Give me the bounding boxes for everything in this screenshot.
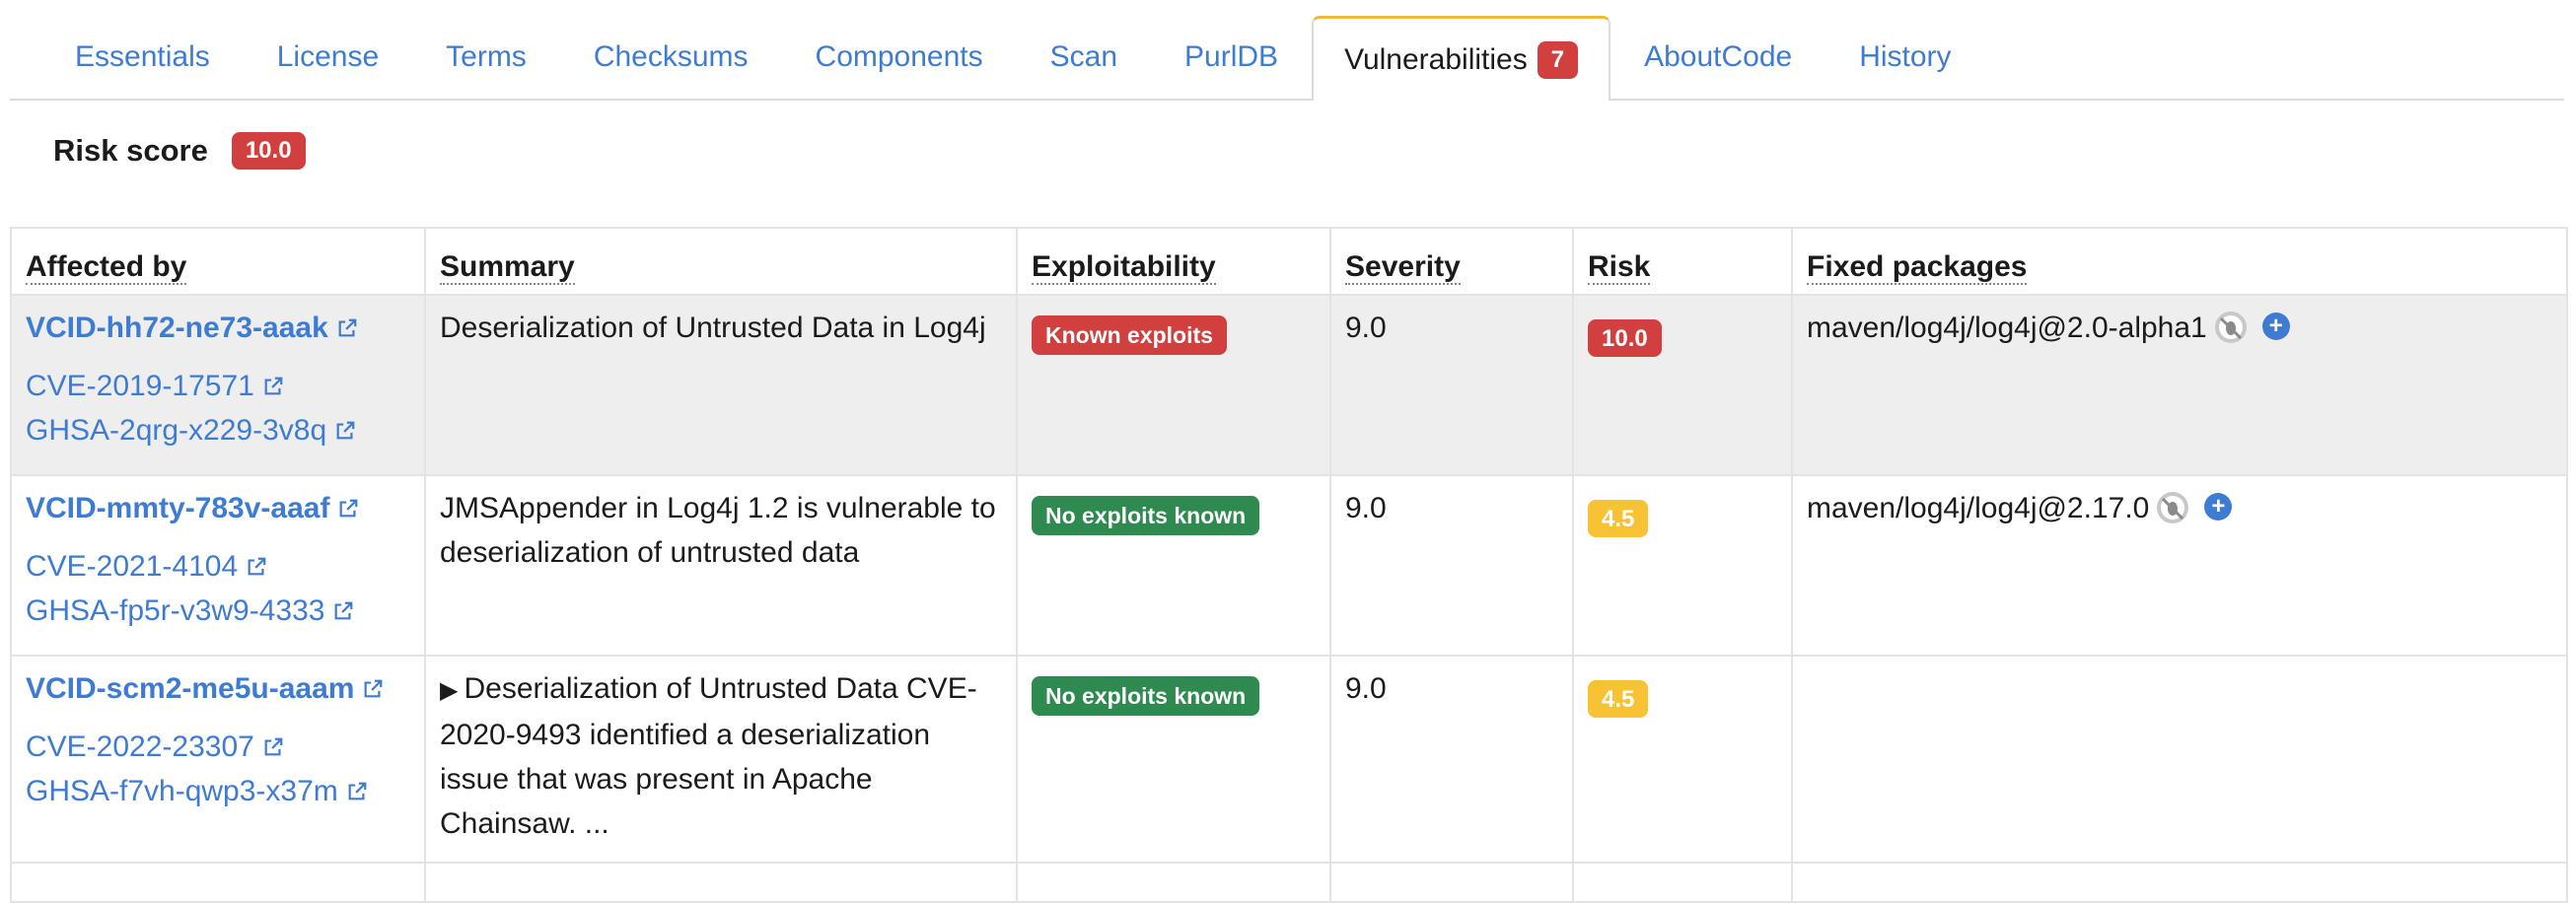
risk-score: Risk score 10.0 (53, 132, 306, 170)
triangle-right-icon[interactable]: ▶ (440, 677, 458, 704)
affected-by-cell: VCID-hh72-ne73-aaak CVE-2019-17571 GHSA-… (10, 294, 426, 476)
tab-bar: Essentials License Terms Checksums Compo… (10, 16, 2564, 101)
tab-label: Checksums (593, 40, 749, 73)
fixed-packages-cell: maven/log4j/log4j@2.17.0 + (1791, 474, 2568, 657)
tab-label: AboutCode (1644, 40, 1793, 73)
tab-label: Essentials (75, 40, 210, 73)
ghsa-link[interactable]: GHSA-2qrg-x229-3v8q (26, 408, 410, 452)
tab-label: Scan (1049, 40, 1118, 73)
vcid-link[interactable]: VCID-hh72-ne73-aaak (26, 306, 410, 350)
tab-license[interactable]: License (244, 16, 412, 99)
tab-scan[interactable]: Scan (1017, 16, 1151, 99)
table-row: VCID-scm2-me5u-aaam CVE-2022-23307 GHSA-… (10, 655, 2568, 864)
vcid-link[interactable]: VCID-scm2-me5u-aaam (26, 666, 410, 711)
exploitability-cell: Known exploits (1016, 294, 1331, 476)
external-link-icon (336, 421, 355, 440)
summary-cell: Deserialization of Untrusted Data in Log… (424, 294, 1018, 476)
external-link-icon (264, 737, 283, 756)
exploitability-cell: No exploits known (1016, 655, 1331, 864)
summary-cell: JMSAppender in Log4j 1.2 is vulnerable t… (424, 474, 1018, 657)
external-link-icon (365, 679, 383, 698)
header-risk: Risk (1572, 227, 1793, 296)
tab-history[interactable]: History (1825, 16, 1984, 99)
tab-terms[interactable]: Terms (412, 16, 560, 99)
risk-badge: 4.5 (1588, 680, 1649, 718)
fixed-package-link[interactable]: maven/log4j/log4j@2.0-alpha1 (1807, 312, 2207, 344)
tab-aboutcode[interactable]: AboutCode (1610, 16, 1825, 99)
risk-cell: 10.0 (1572, 294, 1793, 476)
table-row: VCID-hh72-ne73-aaak CVE-2019-17571 GHSA-… (10, 294, 2568, 476)
tab-label: Components (815, 40, 983, 73)
severity-cell: 9.0 (1329, 474, 1574, 657)
vulnerabilities-table: Affected by Summary Exploitability Sever… (10, 227, 2568, 903)
external-link-icon (340, 499, 358, 518)
external-link-icon (264, 377, 283, 395)
affected-by-cell: VCID-scm2-me5u-aaam CVE-2022-23307 GHSA-… (10, 655, 426, 864)
fixed-packages-cell: maven/log4j/log4j@2.0-alpha1 + (1791, 294, 2568, 476)
tab-checksums[interactable]: Checksums (560, 16, 782, 99)
tab-vulnerabilities[interactable]: Vulnerabilities 7 (1312, 16, 1611, 101)
summary-text: Deserialization of Untrusted Data CVE-20… (440, 672, 977, 840)
fixed-package-link[interactable]: maven/log4j/log4j@2.17.0 (1807, 492, 2149, 524)
table-row (10, 862, 2568, 903)
ghsa-link[interactable]: GHSA-f7vh-qwp3-x37m (26, 769, 410, 813)
tab-label: Vulnerabilities (1344, 42, 1528, 76)
risk-cell: 4.5 (1572, 655, 1793, 864)
bug-slash-icon (2157, 492, 2189, 523)
header-exploitability: Exploitability (1016, 227, 1331, 296)
severity-cell: 9.0 (1329, 655, 1574, 864)
risk-badge: 10.0 (1588, 319, 1662, 357)
tab-label: PurlDB (1184, 40, 1279, 73)
summary-cell[interactable]: ▶ Deserialization of Untrusted Data CVE-2… (424, 655, 1018, 864)
tab-label: Terms (446, 40, 527, 73)
vulnerability-count-badge: 7 (1537, 40, 1579, 79)
cve-link[interactable]: CVE-2021-4104 (26, 544, 410, 589)
exploitability-badge: No exploits known (1032, 676, 1260, 716)
header-severity: Severity (1329, 227, 1574, 296)
external-link-icon (335, 601, 353, 620)
table-header-row: Affected by Summary Exploitability Sever… (10, 227, 2568, 296)
fixed-packages-cell (1791, 655, 2568, 864)
cve-link[interactable]: CVE-2022-23307 (26, 725, 410, 769)
ghsa-link[interactable]: GHSA-fp5r-v3w9-4333 (26, 589, 410, 633)
header-affected-by: Affected by (10, 227, 426, 296)
tab-essentials[interactable]: Essentials (10, 16, 244, 99)
exploitability-cell: No exploits known (1016, 474, 1331, 657)
header-fixed-packages: Fixed packages (1791, 227, 2568, 296)
external-link-icon (348, 782, 367, 800)
bug-slash-icon (2214, 312, 2247, 343)
external-link-icon (248, 557, 266, 576)
risk-badge: 4.5 (1588, 500, 1649, 537)
tab-label: History (1859, 40, 1952, 73)
vcid-link[interactable]: VCID-mmty-783v-aaaf (26, 486, 410, 530)
plus-circle-icon[interactable]: + (2204, 493, 2233, 521)
risk-score-badge: 10.0 (231, 132, 306, 170)
tab-purldb[interactable]: PurlDB (1151, 16, 1312, 99)
exploitability-badge: Known exploits (1032, 315, 1227, 355)
header-summary: Summary (424, 227, 1018, 296)
risk-cell: 4.5 (1572, 474, 1793, 657)
tab-components[interactable]: Components (782, 16, 1017, 99)
severity-cell: 9.0 (1329, 294, 1574, 476)
external-link-icon (338, 318, 357, 337)
exploitability-badge: No exploits known (1032, 496, 1260, 535)
tab-label: License (276, 40, 380, 73)
cve-link[interactable]: CVE-2019-17571 (26, 364, 410, 408)
affected-by-cell: VCID-mmty-783v-aaaf CVE-2021-4104 GHSA-f… (10, 474, 426, 657)
risk-score-label: Risk score (53, 133, 208, 168)
table-row: VCID-mmty-783v-aaaf CVE-2021-4104 GHSA-f… (10, 474, 2568, 657)
plus-circle-icon[interactable]: + (2261, 313, 2290, 340)
